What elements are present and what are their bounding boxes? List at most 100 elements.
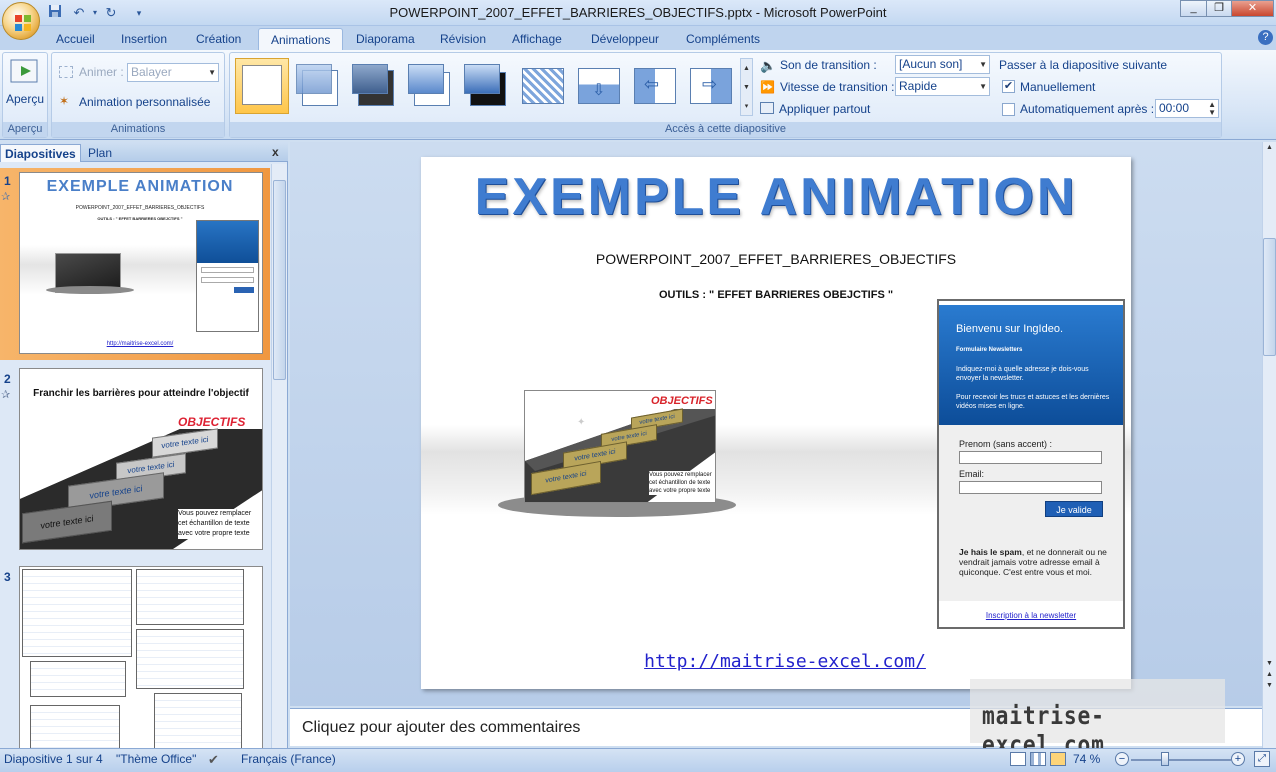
- speed-select[interactable]: Rapide ▼: [895, 77, 990, 96]
- form-intro-1: Indiquez-moi à quelle adresse je dois-vo…: [956, 366, 1089, 382]
- slides-pane-scrollbar[interactable]: [271, 164, 287, 748]
- sound-icon: 🔈: [760, 58, 777, 73]
- stairs-graphic[interactable]: OBJECTIFS votre texte ici votre texte ic…: [524, 390, 716, 503]
- help-icon[interactable]: ?: [1258, 30, 1273, 45]
- custom-animation-button[interactable]: Animation personnalisée: [79, 95, 210, 109]
- transition-cover-left-thumb[interactable]: ⇦: [630, 62, 680, 112]
- language-status[interactable]: Français (France): [241, 752, 336, 766]
- apply-all-button[interactable]: Appliquer partout: [779, 102, 870, 116]
- sound-value: [Aucun son]: [899, 57, 963, 71]
- gallery-scroll[interactable]: ▲ ▼ ▾: [740, 58, 753, 116]
- apercu-label: Aperçu: [6, 92, 45, 106]
- tab-diapositives[interactable]: Diapositives: [0, 144, 81, 162]
- theme-name[interactable]: "Thème Office": [116, 752, 196, 766]
- tab-diaporama[interactable]: Diaporama: [344, 28, 427, 50]
- arrow-right-icon: ⇨: [702, 74, 718, 94]
- slide1-thumb-link: http://maitrise-excel.com/: [106, 341, 174, 347]
- animer-label: Animer :: [79, 65, 124, 79]
- newsletter-link[interactable]: Inscription à la newsletter: [939, 611, 1123, 620]
- zoom-in-icon[interactable]: +: [1231, 752, 1245, 766]
- slide3-number: 3: [4, 570, 11, 584]
- tab-developpeur[interactable]: Développeur: [579, 28, 671, 50]
- minimize-button[interactable]: _: [1180, 0, 1207, 17]
- window-title: POWERPOINT_2007_EFFET_BARRIERES_OBJECTIF…: [389, 5, 887, 20]
- slides-pane-scroll-thumb[interactable]: [273, 180, 286, 380]
- watermark: maitrise-excel.com: [970, 679, 1225, 759]
- slide-scrollbar[interactable]: ▲ ▼ ▲ ▼: [1262, 142, 1276, 748]
- maximize-button[interactable]: ❐: [1206, 0, 1232, 17]
- form-newsletter-title: Formulaire Newsletters: [956, 347, 1023, 353]
- auto-time-input[interactable]: 00:00 ▲ ▼: [1155, 99, 1219, 118]
- office-button[interactable]: [2, 2, 40, 40]
- animation-star-icon: ✰: [1, 389, 11, 401]
- slide3-thumbnail[interactable]: [19, 566, 263, 748]
- animer-icon: [59, 66, 73, 78]
- tab-plan[interactable]: Plan: [84, 144, 116, 162]
- manual-label: Manuellement: [1020, 80, 1096, 94]
- manual-checkbox[interactable]: ✔: [1002, 80, 1015, 93]
- group-animations-label: Animations: [52, 122, 224, 137]
- slide-title[interactable]: EXEMPLE ANIMATION: [421, 167, 1131, 227]
- slide2-thumbnail[interactable]: Franchir les barrières pour atteindre l'…: [19, 368, 263, 550]
- custom-animation-icon: ✶: [59, 94, 70, 108]
- animer-select[interactable]: Balayer ▼: [127, 63, 219, 82]
- email-input[interactable]: [959, 481, 1102, 494]
- tab-insertion[interactable]: Insertion: [109, 28, 179, 50]
- transition-cut-black-thumb[interactable]: [462, 62, 512, 112]
- tab-affichage[interactable]: Affichage: [500, 28, 574, 50]
- slide-scroll-thumb[interactable]: [1263, 238, 1276, 356]
- animer-value: Balayer: [131, 65, 172, 79]
- slideshow-view-icon[interactable]: [1050, 752, 1066, 766]
- zoom-level[interactable]: 74 %: [1073, 752, 1100, 766]
- slide2-note: Vous pouvez remplacer cet échantillon de…: [178, 509, 260, 539]
- transition-fade-thumb[interactable]: [294, 62, 344, 112]
- current-slide[interactable]: EXEMPLE ANIMATION POWERPOINT_2007_EFFET_…: [421, 157, 1131, 689]
- auto-time-value: 00:00: [1159, 101, 1190, 115]
- submit-button[interactable]: Je valide: [1045, 501, 1103, 517]
- prenom-input[interactable]: [959, 451, 1102, 464]
- spam-bold: Je hais le spam: [959, 547, 1022, 557]
- normal-view-icon[interactable]: [1010, 752, 1026, 766]
- fit-window-icon[interactable]: ⤢: [1254, 751, 1270, 767]
- tab-complements[interactable]: Compléments: [674, 28, 772, 50]
- chevron-down-icon: ▼: [208, 68, 216, 77]
- tab-creation[interactable]: Création: [184, 28, 253, 50]
- spam-notice: Je hais le spam, et ne donnerait ou ne v…: [959, 547, 1111, 577]
- zoom-out-icon[interactable]: −: [1115, 752, 1129, 766]
- animation-star-icon: ✰: [1, 191, 11, 203]
- apercu-button[interactable]: Aperçu: [6, 56, 45, 112]
- tab-revision[interactable]: Révision: [428, 28, 498, 50]
- slide-link[interactable]: http://maitrise-excel.com/: [421, 651, 1131, 672]
- transition-cut-thumb[interactable]: [406, 62, 456, 112]
- close-button[interactable]: ✕: [1231, 0, 1274, 17]
- newsletter-form[interactable]: Bienvenu sur IngIdeo. Formulaire Newslet…: [937, 299, 1125, 629]
- arrow-left-icon: ⇦: [644, 74, 660, 94]
- speed-value: Rapide: [899, 79, 938, 93]
- zoom-slider-track[interactable]: [1131, 759, 1231, 761]
- sound-label: Son de transition :: [780, 58, 877, 72]
- apply-all-icon: [760, 102, 774, 114]
- zoom-slider-thumb[interactable]: [1161, 752, 1169, 766]
- tab-accueil[interactable]: Accueil: [44, 28, 107, 50]
- transition-none-thumb[interactable]: [235, 58, 289, 114]
- pane-close-icon[interactable]: x: [272, 145, 279, 159]
- scroll-up-icon[interactable]: ▲: [1263, 144, 1276, 154]
- slide-subtitle[interactable]: POWERPOINT_2007_EFFET_BARRIERES_OBJECTIF…: [421, 251, 1131, 267]
- auto-checkbox[interactable]: [1002, 103, 1015, 116]
- transition-cover-right-thumb[interactable]: ⇨: [686, 62, 736, 112]
- notes-placeholder: Cliquez pour ajouter des commentaires: [302, 719, 581, 736]
- advance-label: Passer à la diapositive suivante: [999, 58, 1168, 72]
- email-label: Email:: [959, 469, 985, 479]
- transition-fade-black-thumb[interactable]: [350, 62, 400, 112]
- sorter-view-icon[interactable]: [1030, 752, 1046, 766]
- transition-dissolve-thumb[interactable]: [518, 62, 568, 112]
- tab-animations[interactable]: Animations: [258, 28, 344, 50]
- sound-select[interactable]: [Aucun son] ▼: [895, 55, 990, 74]
- slide2-number: 2: [4, 372, 11, 386]
- form-intro-2: Pour recevoir les trucs et astuces et le…: [956, 394, 1110, 410]
- slide1-thumbnail[interactable]: EXEMPLE ANIMATION POWERPOINT_2007_EFFET_…: [19, 172, 263, 354]
- auto-label: Automatiquement après :: [1020, 102, 1155, 116]
- scroll-nav-icons[interactable]: ▼ ▲ ▼: [1263, 658, 1276, 691]
- transition-cover-down-thumb[interactable]: ⇩: [574, 62, 624, 112]
- spellcheck-icon[interactable]: ✔: [208, 752, 219, 768]
